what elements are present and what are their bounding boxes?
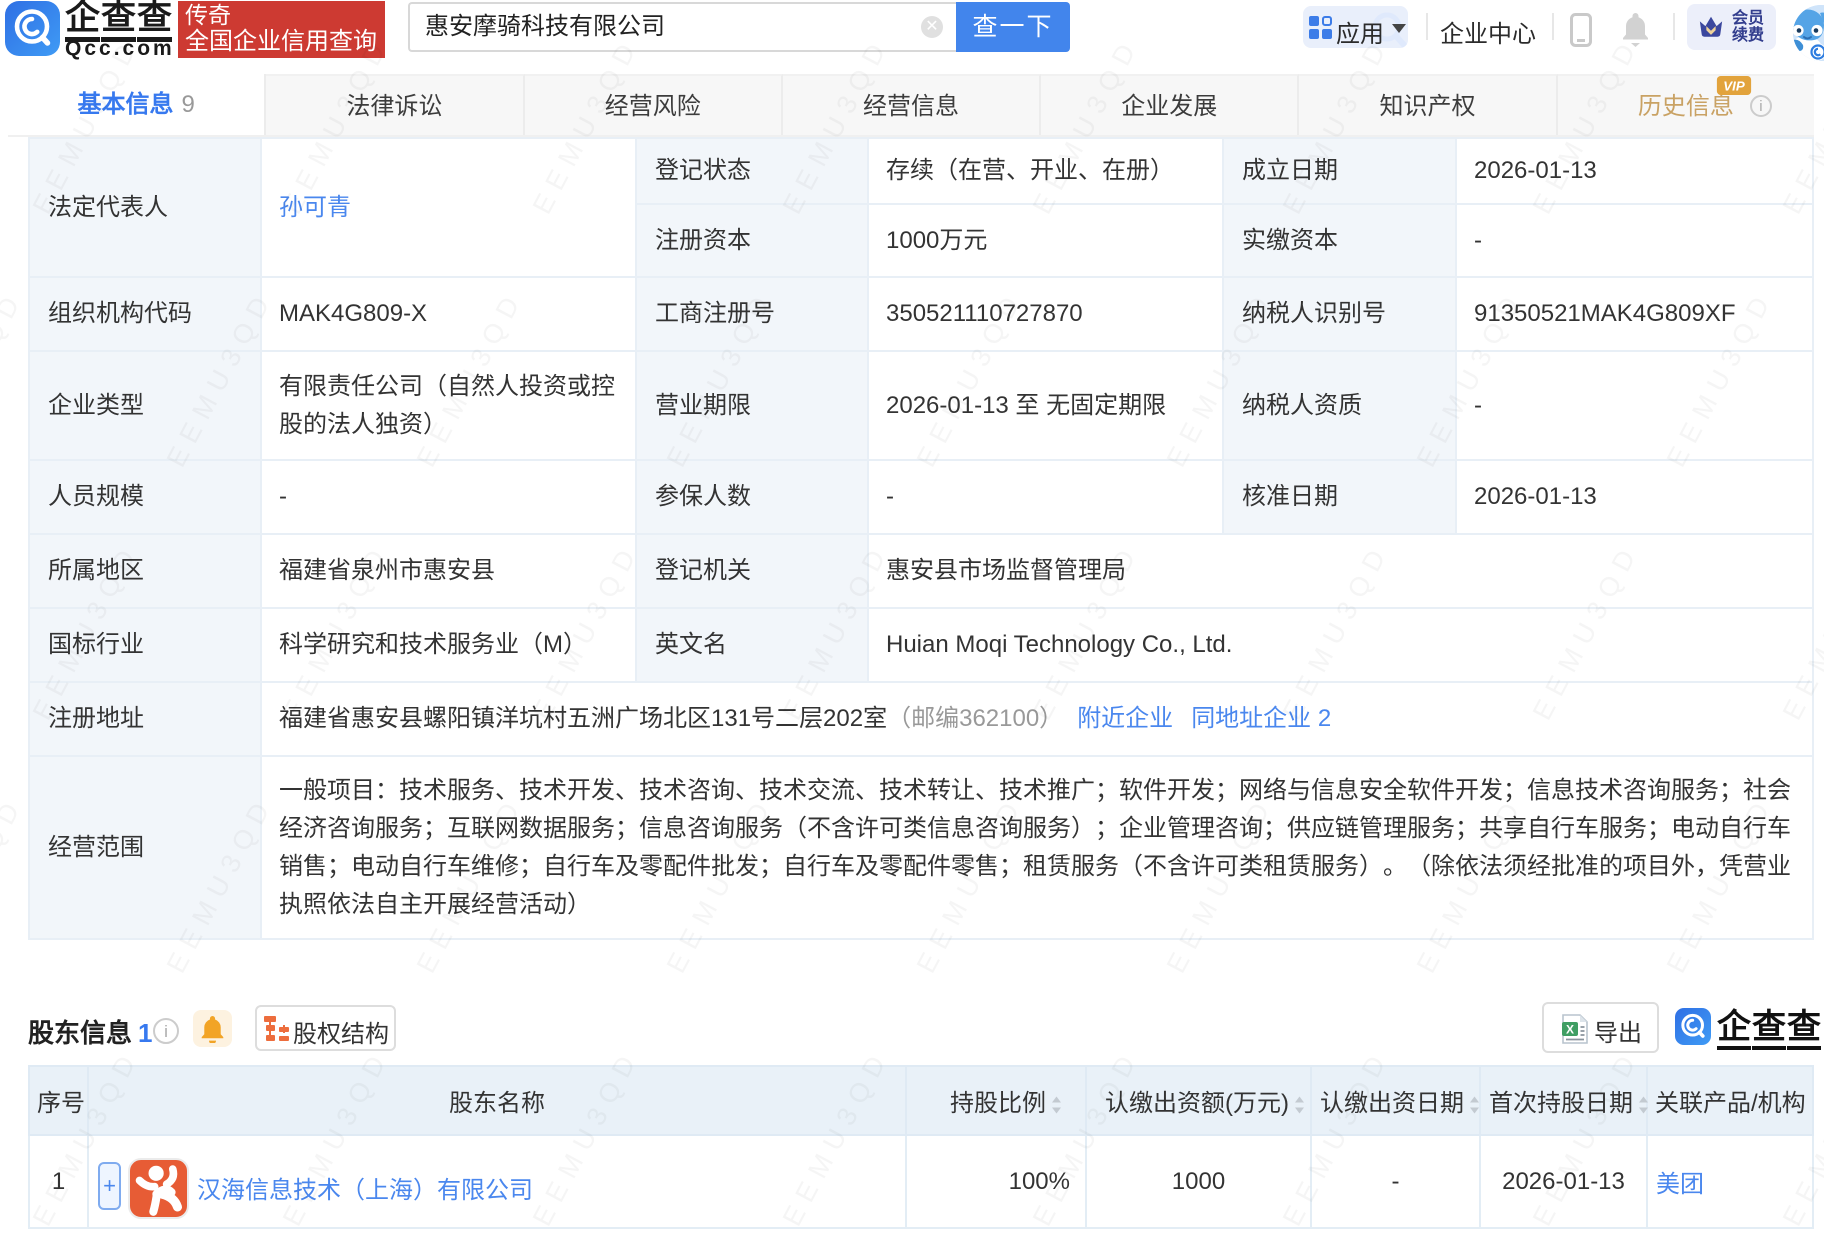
svg-text:VIP: VIP: [1723, 78, 1745, 93]
svg-text:X: X: [1566, 1023, 1574, 1037]
